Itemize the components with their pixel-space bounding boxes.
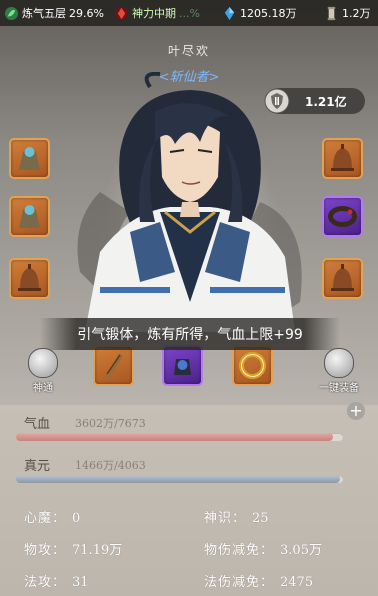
- stat-sense-label: 神识：: [204, 511, 247, 526]
- message-toast: 引气锻体，炼有所得，气血上限+99: [40, 318, 340, 350]
- stat-phys-res-value: 3.05万: [280, 543, 322, 558]
- stat-phys-atk: 物攻： 71.19万: [24, 539, 122, 558]
- resource-bar: 炼气五层 29.6% 神力中期 ...% 1205.18万 1.2万: [0, 0, 378, 26]
- hp-label: 气血: [24, 417, 51, 432]
- stat-magic-res-label: 法伤减免：: [204, 575, 275, 590]
- hp-bar: [16, 433, 343, 441]
- equip-slot-left-3[interactable]: [9, 258, 50, 299]
- skills-label: 神通: [33, 383, 53, 394]
- stat-phys-res-label: 物伤减免：: [204, 543, 275, 558]
- stat-magic-atk: 法攻： 31: [24, 571, 89, 590]
- equip-slot-right-1[interactable]: [322, 138, 363, 179]
- equip-slot-right-3[interactable]: [322, 258, 363, 299]
- equip-slot-bottom-3[interactable]: [232, 345, 273, 386]
- purple-treasure-icon: [174, 359, 191, 375]
- stat-phys-res: 物伤减免： 3.05万: [204, 539, 322, 558]
- realm-label: 炼气五层: [22, 7, 66, 20]
- copper-bell-icon: [331, 264, 354, 291]
- realm-value: 29.6%: [69, 6, 104, 20]
- dragon-bracelet-icon: [328, 206, 357, 227]
- scroll-resource[interactable]: 1.2万: [320, 0, 378, 26]
- hp-bar-fill: [16, 433, 334, 441]
- stat-demon-value: 0: [72, 511, 81, 526]
- add-icon[interactable]: +: [347, 402, 365, 420]
- hp-value: 3602万/7673: [75, 417, 146, 430]
- auto-equip-label: 一键装备: [319, 383, 359, 394]
- wooden-talisman-icon: [105, 353, 123, 380]
- stat-demon: 心魔： 0: [24, 507, 80, 526]
- equip-slot-bottom-2[interactable]: [162, 345, 203, 386]
- stat-phys-atk-value: 71.19万: [72, 543, 123, 558]
- skills-button[interactable]: 神通: [26, 348, 60, 394]
- bell-armor-icon: [19, 205, 40, 228]
- copper-bell-icon: [18, 264, 41, 291]
- stat-sense-value: 25: [252, 511, 269, 526]
- divine-value: ...%: [179, 6, 200, 20]
- mp-bar-fill: [16, 475, 340, 483]
- spirit-stone-icon: [224, 6, 235, 20]
- character-name: 叶尽欢: [167, 44, 210, 58]
- bell-armor-icon: [19, 147, 40, 170]
- stat-magic-res-value: 2475: [280, 575, 314, 590]
- character-portrait: [77, 72, 302, 332]
- equip-slot-right-2[interactable]: [322, 196, 363, 237]
- stat-magic-res: 法伤减免： 2475: [204, 571, 313, 590]
- copper-bell-icon: [331, 144, 354, 171]
- jade-leaf-icon: [4, 6, 19, 20]
- divine-resource[interactable]: 神力中期 ...%: [110, 0, 218, 26]
- stat-phys-atk-label: 物攻：: [24, 543, 67, 558]
- spirit-stone-value: 1205.18万: [240, 7, 297, 20]
- stat-demon-label: 心魔：: [24, 511, 67, 526]
- scroll-icon: [327, 6, 336, 20]
- scroll-value: 1.2万: [342, 7, 371, 20]
- stat-magic-atk-label: 法攻：: [24, 575, 67, 590]
- red-crystal-icon: [114, 6, 129, 20]
- skills-orb-icon: [28, 348, 58, 378]
- equip-slot-left-1[interactable]: [9, 138, 50, 179]
- mp-label: 真元: [24, 459, 51, 474]
- spirit-stone-resource[interactable]: 1205.18万: [218, 0, 320, 26]
- auto-equip-orb-icon: [324, 348, 354, 378]
- realm-resource[interactable]: 炼气五层 29.6%: [0, 0, 110, 26]
- divine-label: 神力中期: [132, 7, 176, 20]
- stat-magic-atk-value: 31: [72, 575, 89, 590]
- mp-bar: [16, 475, 343, 483]
- auto-equip-button[interactable]: 一键装备: [317, 348, 361, 394]
- stat-sense: 神识： 25: [204, 507, 269, 526]
- equip-slot-left-2[interactable]: [9, 196, 50, 237]
- equip-slot-bottom-1[interactable]: [93, 345, 134, 386]
- gold-ring-icon: [239, 352, 266, 379]
- mp-value: 1466万/4063: [75, 459, 146, 472]
